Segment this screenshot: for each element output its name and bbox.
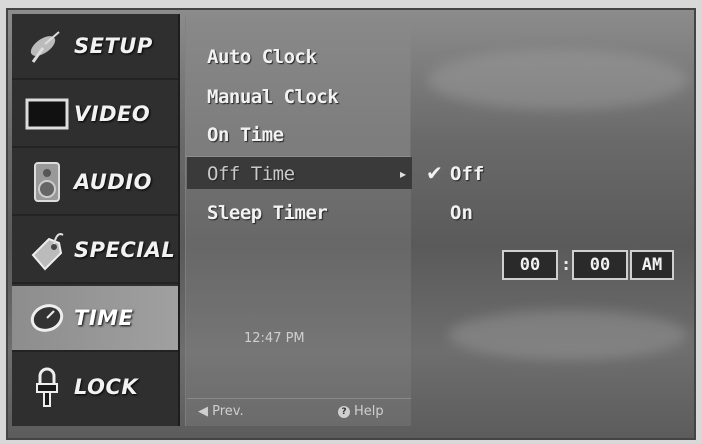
current-time: 12:47 PM (244, 331, 305, 346)
sidebar-item-special[interactable]: SPECIAL (12, 218, 178, 284)
help-label[interactable]: Help (354, 404, 384, 419)
menu-item-auto-clock[interactable]: Auto Clock (207, 46, 317, 68)
menu-item-on-time[interactable]: On Time (207, 124, 284, 146)
triangle-left-icon: ◀ (198, 404, 208, 419)
sidebar-item-setup[interactable]: SETUP (12, 14, 178, 80)
sidebar-item-label: AUDIO (74, 170, 152, 194)
satellite-icon (20, 23, 74, 69)
sidebar-item-label: SPECIAL (74, 238, 176, 262)
background-cloud (428, 50, 688, 110)
sidebar-item-label: TIME (74, 306, 134, 330)
speaker-icon (20, 159, 74, 205)
background-cloud (448, 310, 688, 360)
prev-label: Prev. (212, 404, 244, 419)
category-sidebar: SETUP VIDEO AUDIO SPECIAL TIME LOCK (12, 14, 180, 426)
option-on[interactable]: On (450, 202, 473, 224)
sidebar-item-lock[interactable]: LOCK (12, 354, 178, 420)
help-icon[interactable]: ? (338, 406, 350, 418)
sidebar-item-audio[interactable]: AUDIO (12, 150, 178, 216)
sidebar-item-time[interactable]: TIME (12, 286, 178, 352)
ampm-field[interactable]: AM (630, 250, 674, 280)
menu-item-off-time[interactable]: Off Time (207, 163, 295, 185)
tag-icon (20, 227, 74, 273)
checkmark-icon: ✔ (426, 161, 443, 185)
tv-screen-icon (20, 91, 74, 137)
padlock-icon (20, 364, 74, 410)
sidebar-item-label: LOCK (74, 375, 139, 399)
hours-field[interactable]: 00 (502, 250, 558, 280)
time-separator: : (561, 255, 572, 275)
option-off[interactable]: Off (450, 163, 484, 185)
minutes-field[interactable]: 00 (572, 250, 628, 280)
menu-item-manual-clock[interactable]: Manual Clock (207, 86, 339, 108)
clock-icon (20, 295, 74, 341)
chevron-right-icon: ▸ (400, 167, 407, 181)
sidebar-item-video[interactable]: VIDEO (12, 82, 178, 148)
sidebar-item-label: SETUP (74, 34, 153, 58)
sidebar-item-label: VIDEO (74, 102, 151, 126)
menu-item-sleep-timer[interactable]: Sleep Timer (207, 202, 328, 224)
prev-nav[interactable]: ◀ Prev. (198, 404, 244, 419)
